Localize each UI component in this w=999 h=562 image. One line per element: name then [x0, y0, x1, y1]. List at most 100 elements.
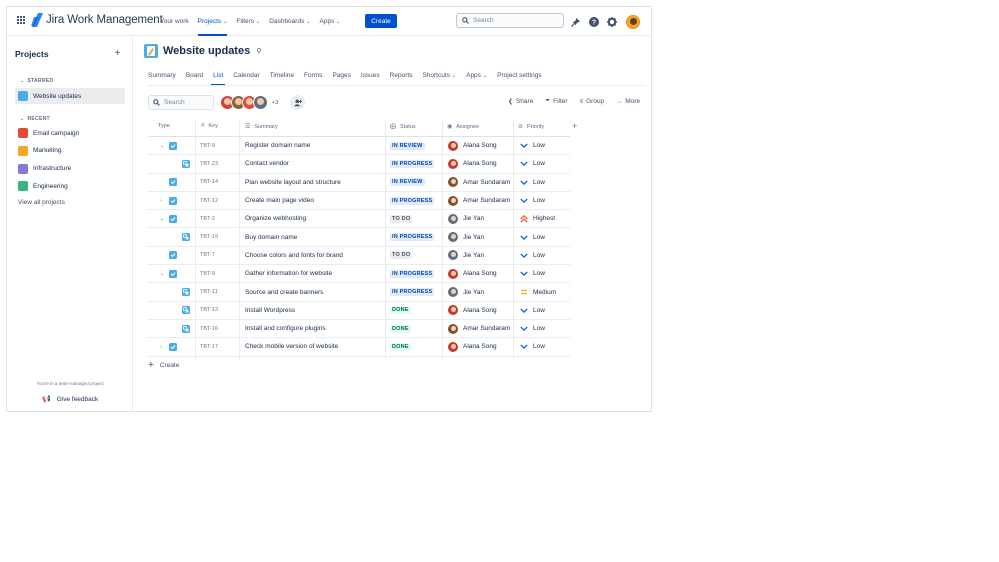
issue-key[interactable]: TBT-9	[200, 265, 215, 282]
issue-summary[interactable]: Contact vendor	[245, 155, 289, 172]
assignee-cell[interactable]: Jie Yan	[448, 228, 484, 245]
priority-cell[interactable]: Low	[520, 338, 545, 355]
priority-cell[interactable]: Highest	[520, 210, 555, 227]
issue-key[interactable]: TBT-23	[200, 155, 218, 172]
settings-icon[interactable]	[606, 17, 617, 28]
status-badge[interactable]: IN REVIEW	[390, 141, 425, 150]
table-row[interactable]: TBT-11 Source and create banners IN PROGRE…	[148, 283, 570, 302]
sidebar-item-website-updates[interactable]: Website updates	[15, 88, 125, 104]
table-row[interactable]: TBT-16 Install and configure plugins DONE A…	[148, 320, 570, 339]
status-badge[interactable]: IN PROGRESS	[390, 159, 435, 168]
list-search-input[interactable]: Search	[148, 95, 214, 110]
issue-key[interactable]: TBT-14	[200, 174, 218, 191]
status-badge[interactable]: IN PROGRESS	[390, 288, 435, 297]
priority-cell[interactable]: Low	[520, 265, 545, 282]
sidebar-item-marketing[interactable]: Marketing	[15, 143, 125, 159]
assignee-cell[interactable]: Jie Yan	[448, 283, 484, 300]
tab-summary[interactable]: Summary	[148, 72, 176, 86]
priority-cell[interactable]: Low	[520, 320, 545, 337]
group-button[interactable]: ≡ Group	[580, 98, 605, 105]
table-row[interactable]: TBT-7 Choose colors and fonts for brand TO…	[148, 247, 570, 266]
assignee-cell[interactable]: Jie Yan	[448, 247, 484, 264]
issue-key[interactable]: TBT-2	[200, 210, 215, 227]
table-row[interactable]: TBT-19 Buy domain name IN PROGRESS Jie Yan L…	[148, 228, 570, 247]
table-row[interactable]: TBT-14 Plan website layout and structure I…	[148, 174, 570, 192]
priority-cell[interactable]: Low	[520, 247, 545, 264]
chevron-right-icon[interactable]: ›	[160, 192, 162, 209]
status-badge[interactable]: IN PROGRESS	[390, 233, 435, 242]
status-badge[interactable]: TO DO	[390, 214, 413, 223]
column-summary[interactable]: ☰ Summary	[245, 123, 278, 131]
issue-key[interactable]: TBT-12	[200, 192, 218, 209]
chevron-down-icon[interactable]: ⌄	[160, 265, 164, 282]
table-row[interactable]: › TBT-12 Create main page video IN PROGRESS…	[148, 192, 570, 211]
table-row[interactable]: ⌄ TBT-2 Organize webhosting TO DO Jie Yan Hig…	[148, 210, 570, 229]
priority-cell[interactable]: Low	[520, 137, 545, 154]
app-switcher-icon[interactable]	[17, 16, 26, 25]
tab-calendar[interactable]: Calendar	[233, 72, 259, 86]
table-row[interactable]: TBT-23 Contact vendor IN PROGRESS Alana Son…	[148, 155, 570, 174]
add-people-icon[interactable]	[290, 95, 305, 110]
issue-summary[interactable]: Organize webhosting	[245, 210, 306, 227]
table-row[interactable]: ⌄ TBT-9 Register domain name IN REVIEW Alana…	[148, 137, 570, 156]
nav-item-apps[interactable]: Apps ⌄	[320, 7, 341, 36]
priority-cell[interactable]: Low	[520, 228, 545, 245]
assignee-cell[interactable]: Jie Yan	[448, 210, 484, 227]
issue-summary[interactable]: Gather information for website	[245, 265, 332, 282]
chevron-down-icon[interactable]: ⌄	[160, 137, 164, 154]
issue-key[interactable]: TBT-7	[200, 247, 215, 264]
create-button[interactable]: Create	[365, 14, 397, 28]
sidebar-item-email-campaign[interactable]: Email campaign	[15, 125, 125, 141]
assignee-cell[interactable]: Alana Song	[448, 338, 497, 355]
issue-summary[interactable]: Source and create banners	[245, 283, 323, 300]
sidebar-item-engineering[interactable]: Engineering	[15, 178, 125, 194]
assignee-cell[interactable]: Amar Sundaram	[448, 174, 510, 191]
column-assignee[interactable]: ◉ Assignee	[447, 123, 479, 131]
filter-button[interactable]: ⏷ Filter	[545, 98, 567, 105]
more-avatars-count[interactable]: +3	[272, 100, 278, 106]
issue-key[interactable]: TBT-17	[200, 338, 218, 355]
status-badge[interactable]: TO DO	[390, 251, 413, 260]
priority-cell[interactable]: Low	[520, 192, 545, 209]
table-row[interactable]: › TBT-17 Check mobile version of website DO…	[148, 338, 570, 357]
tab-board[interactable]: Board	[186, 72, 203, 86]
chevron-right-icon[interactable]: ›	[160, 338, 162, 355]
assignee-cell[interactable]: Alana Song	[448, 155, 497, 172]
help-icon[interactable]: ?	[588, 17, 599, 28]
tab-shortcuts[interactable]: Shortcuts ⌄	[422, 72, 456, 86]
status-badge[interactable]: IN PROGRESS	[390, 196, 435, 205]
issue-summary[interactable]: Check mobile version of website	[245, 338, 338, 355]
status-badge[interactable]: IN REVIEW	[390, 178, 425, 187]
issue-key[interactable]: TBT-11	[200, 283, 218, 300]
assignee-cell[interactable]: Amar Sundaram	[448, 320, 510, 337]
issue-summary[interactable]: Register domain name	[245, 137, 310, 154]
issue-summary[interactable]: Choose colors and fonts for brand	[245, 247, 343, 264]
issue-summary[interactable]: Install Wordpress	[245, 302, 295, 319]
column-status[interactable]: ⨁ Status	[390, 123, 416, 131]
product-logo[interactable]: Jira Work Management	[31, 13, 163, 27]
profile-avatar[interactable]	[626, 15, 640, 29]
nav-item-dashboards[interactable]: Dashboards ⌄	[269, 7, 310, 36]
priority-cell[interactable]: Medium	[520, 283, 556, 300]
user-avatar[interactable]	[253, 95, 268, 110]
nav-item-your-work[interactable]: Your work	[160, 7, 189, 36]
starred-section-header[interactable]: ⌄ STARRED	[20, 78, 53, 84]
view-all-projects-link[interactable]: View all projects	[18, 199, 65, 206]
assignee-cell[interactable]: Alana Song	[448, 265, 497, 282]
priority-cell[interactable]: Low	[520, 174, 545, 191]
table-row[interactable]: TBT-13 Install Wordpress DONE Alana Song Low	[148, 302, 570, 320]
status-badge[interactable]: IN PROGRESS	[390, 269, 435, 278]
issue-summary[interactable]: Create main page video	[245, 192, 314, 209]
issue-key[interactable]: TBT-13	[200, 302, 218, 319]
issue-summary[interactable]: Install and configure plugins	[245, 320, 326, 337]
pin-icon[interactable]: ⚲	[256, 47, 261, 55]
column-priority[interactable]: ⊘ Priority	[518, 123, 544, 131]
issue-summary[interactable]: Buy domain name	[245, 228, 297, 245]
assignee-cell[interactable]: Alana Song	[448, 137, 497, 154]
column-type[interactable]: Type	[158, 123, 170, 129]
tab-timeline[interactable]: Timeline	[270, 72, 294, 86]
column-key[interactable]: # Key	[201, 123, 218, 129]
tab-forms[interactable]: Forms	[304, 72, 322, 86]
more-button[interactable]: → More	[616, 98, 640, 105]
issue-key[interactable]: TBT-16	[200, 320, 218, 337]
